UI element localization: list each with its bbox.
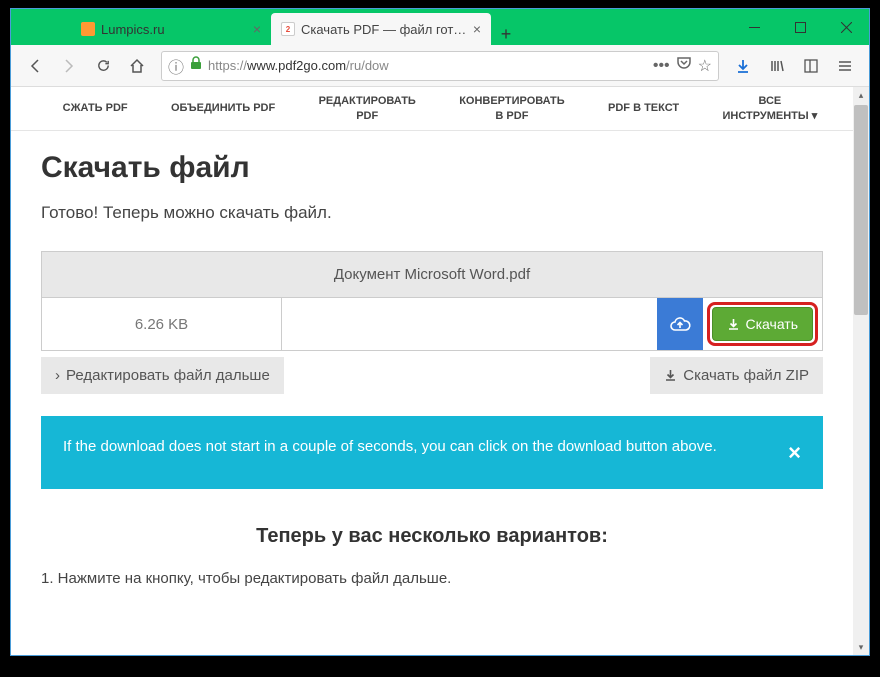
site-nav: СЖАТЬ PDF ОБЪЕДИНИТЬ PDF РЕДАКТИРОВАТЬ P… bbox=[11, 87, 869, 131]
info-alert: If the download does not start in a coup… bbox=[41, 416, 823, 489]
info-icon[interactable]: ⓘ bbox=[168, 54, 184, 78]
edit-more-button[interactable]: › Редактировать файл дальше bbox=[41, 357, 284, 394]
step-1: 1. Нажмите на кнопку, чтобы редактироват… bbox=[41, 570, 823, 587]
nav-all-tools[interactable]: ВСЕ ИНСТРУМЕНТЫ ▾ bbox=[714, 90, 825, 127]
download-icon bbox=[664, 369, 677, 382]
download-button[interactable]: Скачать bbox=[712, 307, 814, 341]
maximize-button[interactable] bbox=[777, 9, 823, 45]
page-content: СЖАТЬ PDF ОБЪЕДИНИТЬ PDF РЕДАКТИРОВАТЬ P… bbox=[11, 87, 869, 655]
cloud-upload-button[interactable] bbox=[657, 298, 703, 350]
main-content: Скачать файл Готово! Теперь можно скачат… bbox=[11, 131, 853, 587]
menu-button[interactable] bbox=[829, 50, 861, 82]
url-actions: ••• ☆ bbox=[653, 56, 712, 76]
browser-window: Lumpics.ru × 2 Скачать PDF — файл готов … bbox=[10, 8, 870, 656]
tab-title: Скачать PDF — файл готов дл bbox=[301, 22, 467, 37]
forward-button[interactable] bbox=[53, 50, 85, 82]
scroll-thumb[interactable] bbox=[854, 105, 868, 315]
new-tab-button[interactable]: + bbox=[491, 24, 521, 45]
alert-close-button[interactable]: × bbox=[788, 436, 801, 469]
url-text: https://www.pdf2go.com/ru/dow bbox=[208, 58, 647, 73]
pocket-icon[interactable] bbox=[676, 56, 692, 75]
toolbar: ⓘ https://www.pdf2go.com/ru/dow ••• ☆ bbox=[11, 45, 869, 87]
nav-edit[interactable]: РЕДАКТИРОВАТЬ PDF bbox=[311, 90, 424, 127]
home-button[interactable] bbox=[121, 50, 153, 82]
file-box: Документ Microsoft Word.pdf 6.26 KB Скач… bbox=[41, 251, 823, 351]
page-title: Скачать файл bbox=[41, 151, 823, 185]
options-title: Теперь у вас несколько вариантов: bbox=[41, 525, 823, 548]
file-row: 6.26 KB Скачать bbox=[42, 298, 822, 350]
back-button[interactable] bbox=[19, 50, 51, 82]
file-size: 6.26 KB bbox=[42, 298, 282, 350]
library-button[interactable] bbox=[761, 50, 793, 82]
minimize-button[interactable] bbox=[731, 9, 777, 45]
cloud-icon bbox=[669, 316, 691, 332]
file-name: Документ Microsoft Word.pdf bbox=[42, 252, 822, 298]
tab-pdf2go[interactable]: 2 Скачать PDF — файл готов дл × bbox=[271, 13, 491, 45]
download-icon bbox=[727, 318, 740, 331]
nav-compress[interactable]: СЖАТЬ PDF bbox=[55, 97, 136, 119]
titlebar: Lumpics.ru × 2 Скачать PDF — файл готов … bbox=[11, 9, 869, 45]
tab-title: Lumpics.ru bbox=[101, 22, 247, 37]
page-subtitle: Готово! Теперь можно скачать файл. bbox=[41, 203, 823, 223]
nav-pdf-to-text[interactable]: PDF В ТЕКСТ bbox=[600, 97, 687, 119]
download-zip-button[interactable]: Скачать файл ZIP bbox=[650, 357, 823, 394]
close-icon[interactable]: × bbox=[253, 21, 261, 37]
nav-convert[interactable]: КОНВЕРТИРОВАТЬ В PDF bbox=[451, 90, 572, 127]
scroll-up-icon[interactable]: ▴ bbox=[853, 87, 869, 103]
downloads-button[interactable] bbox=[727, 50, 759, 82]
close-window-button[interactable] bbox=[823, 9, 869, 45]
scrollbar[interactable]: ▴ ▾ bbox=[853, 87, 869, 655]
window-controls bbox=[731, 9, 869, 45]
tab-lumpics[interactable]: Lumpics.ru × bbox=[71, 13, 271, 45]
address-bar[interactable]: ⓘ https://www.pdf2go.com/ru/dow ••• ☆ bbox=[161, 51, 719, 81]
under-row: › Редактировать файл дальше Скачать файл… bbox=[41, 357, 823, 394]
tabs-area: Lumpics.ru × 2 Скачать PDF — файл готов … bbox=[11, 9, 731, 45]
favicon-orange-icon bbox=[81, 22, 95, 36]
chevron-right-icon: › bbox=[55, 367, 60, 384]
favicon-pdf2go-icon: 2 bbox=[281, 22, 295, 36]
lock-icon bbox=[190, 56, 202, 75]
download-highlight: Скачать bbox=[707, 302, 819, 346]
scroll-down-icon[interactable]: ▾ bbox=[853, 639, 869, 655]
star-icon[interactable]: ☆ bbox=[698, 56, 712, 76]
more-icon[interactable]: ••• bbox=[653, 57, 670, 75]
reload-button[interactable] bbox=[87, 50, 119, 82]
alert-text: If the download does not start in a coup… bbox=[63, 436, 776, 459]
nav-merge[interactable]: ОБЪЕДИНИТЬ PDF bbox=[163, 97, 283, 119]
sidebar-button[interactable] bbox=[795, 50, 827, 82]
close-icon[interactable]: × bbox=[473, 21, 481, 37]
